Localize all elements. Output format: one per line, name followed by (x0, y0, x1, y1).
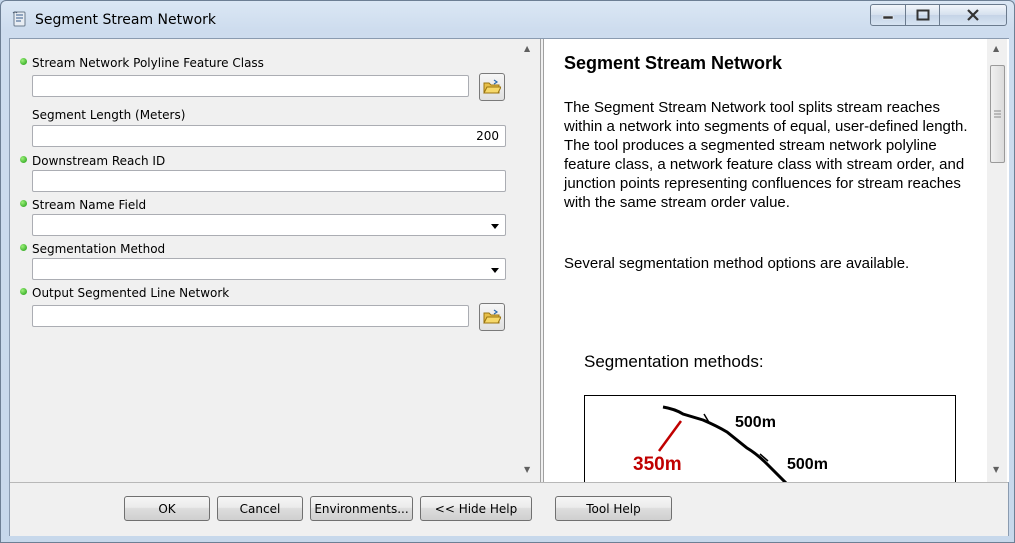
title-bar[interactable]: Segment Stream Network (1, 1, 1014, 37)
param-label-downstream-reach-id: Downstream Reach ID (32, 154, 166, 168)
param-label-segmentation-method: Segmentation Method (32, 242, 166, 256)
chevron-down-icon (491, 224, 499, 229)
cancel-button[interactable]: Cancel (217, 496, 303, 521)
param-label-stream-network: Stream Network Polyline Feature Class (32, 56, 264, 70)
button-bar: OK Cancel Environments... << Hide Help T… (10, 482, 1008, 536)
maximize-button[interactable] (905, 4, 940, 26)
segmentation-methods-caption: Segmentation methods: (584, 352, 764, 371)
required-dot-icon (20, 156, 27, 163)
minimize-icon (882, 15, 894, 20)
parameters-scrollbar[interactable]: ▲ ▼ (520, 39, 537, 482)
scroll-down-icon[interactable]: ▼ (524, 465, 530, 474)
environments-button[interactable]: Environments... (310, 496, 413, 521)
segment-label-500m-1: 500m (735, 414, 776, 431)
scroll-up-icon[interactable]: ▲ (524, 44, 530, 53)
segment-length-value: 200 (476, 129, 499, 143)
segment-label-350m: 350m (633, 454, 682, 475)
scroll-down-icon[interactable]: ▼ (993, 465, 999, 474)
param-label-segment-length: Segment Length (Meters) (32, 108, 186, 122)
open-folder-icon (483, 309, 501, 324)
browse-output-network-button[interactable] (479, 303, 505, 331)
ok-button[interactable]: OK (124, 496, 210, 521)
downstream-reach-id-input[interactable] (32, 170, 506, 192)
segmentation-method-dropdown[interactable] (32, 258, 506, 280)
chevron-down-icon (491, 268, 499, 273)
help-title: Segment Stream Network (564, 53, 783, 73)
help-scroll-thumb[interactable] (990, 65, 1005, 163)
segmentation-diagram: 500m 500m 350m (584, 395, 956, 482)
param-label-output-network: Output Segmented Line Network (32, 286, 230, 300)
help-options-note: Several segmentation method options are … (564, 255, 910, 272)
close-button[interactable] (939, 4, 1007, 26)
open-folder-icon (483, 79, 501, 94)
hide-help-button[interactable]: << Hide Help (420, 496, 532, 521)
maximize-icon (916, 9, 929, 21)
scroll-up-icon[interactable]: ▲ (993, 44, 999, 53)
stream-network-input[interactable] (32, 75, 469, 97)
segment-length-input[interactable]: 200 (32, 125, 506, 147)
grip-icon (994, 110, 1001, 118)
segment-label-500m-2: 500m (787, 456, 828, 473)
dialog-client: Stream Network Polyline Feature Class Se… (9, 38, 1009, 536)
help-scrollbar[interactable]: ▲ ▼ (987, 39, 1007, 482)
help-description: The Segment Stream Network tool splits s… (564, 99, 968, 211)
param-label-stream-name-field: Stream Name Field (32, 198, 147, 212)
parameters-pane: Stream Network Polyline Feature Class Se… (10, 39, 541, 482)
required-dot-icon (20, 58, 27, 65)
minimize-button[interactable] (870, 4, 906, 26)
close-icon (967, 9, 979, 21)
output-network-input[interactable] (32, 305, 469, 327)
required-dot-icon (20, 244, 27, 251)
required-dot-icon (20, 288, 27, 295)
help-pane: Segment Stream Network The Segment Strea… (543, 39, 1009, 482)
browse-stream-network-button[interactable] (479, 73, 505, 101)
required-dot-icon (20, 200, 27, 207)
window-title: Segment Stream Network (35, 12, 217, 28)
script-tool-icon (11, 10, 29, 28)
dialog-window: Segment Stream Network Stream Network Po… (0, 0, 1015, 543)
tool-help-button[interactable]: Tool Help (555, 496, 672, 521)
stream-name-field-dropdown[interactable] (32, 214, 506, 236)
